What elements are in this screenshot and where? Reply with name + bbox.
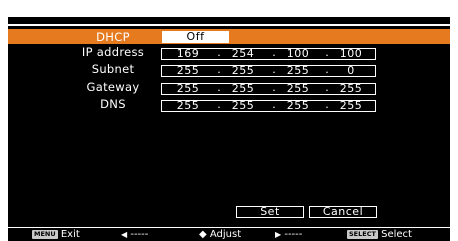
dhcp-label: DHCP (96, 30, 130, 44)
separator-dot: . (325, 81, 329, 94)
subnet-octet-2[interactable]: 255 (223, 65, 263, 76)
subnet-field[interactable]: 255 . 255 . 255 . 0 (161, 63, 376, 77)
ip-octet-4[interactable]: 100 (331, 48, 371, 59)
separator-dot: . (217, 46, 221, 59)
gateway-field[interactable]: 255 . 255 . 255 . 255 (161, 81, 376, 95)
separator-dot: . (325, 63, 329, 76)
exit-label: Exit (60, 229, 80, 240)
separator-dot: . (272, 81, 276, 94)
ip-address-field[interactable]: 169 . 254 . 100 . 100 (161, 46, 376, 60)
dhcp-value[interactable]: Off (162, 31, 229, 43)
footer-left-hint: ◀ ----- (121, 228, 148, 241)
up-down-arrow-icon: ◆ (199, 229, 207, 240)
separator-dot: . (272, 63, 276, 76)
dns-label: DNS (100, 97, 126, 111)
dns-field[interactable]: 255 . 255 . 255 . 255 (161, 98, 376, 112)
gateway-octet-3[interactable]: 255 (278, 83, 318, 94)
subnet-octet-1[interactable]: 255 (168, 65, 208, 76)
footer-right-hint: ▶ ----- (275, 228, 302, 241)
dns-octet-1[interactable]: 255 (168, 100, 208, 111)
cancel-button[interactable]: Cancel (309, 206, 377, 218)
dns-octet-3[interactable]: 255 (278, 100, 318, 111)
gateway-octet-2[interactable]: 255 (223, 83, 263, 94)
separator-dot: . (272, 46, 276, 59)
left-arrow-icon: ◀ (121, 230, 128, 239)
subnet-label: Subnet (91, 62, 135, 76)
ip-address-label: IP address (81, 45, 145, 59)
separator-dot: . (325, 98, 329, 111)
adjust-label: Adjust (209, 229, 242, 240)
menu-key-icon: MENU (32, 230, 58, 239)
left-action-label: ----- (130, 229, 149, 240)
separator-dot: . (325, 46, 329, 59)
footer-exit-hint: MENU Exit (32, 228, 80, 241)
footer-guide-bar: MENU Exit ◀ ----- ◆ Adjust ▶ ----- SELEC… (8, 228, 450, 241)
ip-octet-2[interactable]: 254 (223, 48, 263, 59)
separator-dot: . (217, 98, 221, 111)
subnet-octet-3[interactable]: 255 (278, 65, 318, 76)
set-button[interactable]: Set (236, 206, 304, 218)
subnet-octet-4[interactable]: 0 (331, 65, 371, 76)
right-arrow-icon: ▶ (275, 230, 282, 239)
right-action-label: ----- (284, 229, 303, 240)
select-label: Select (381, 229, 412, 240)
separator-dot: . (217, 63, 221, 76)
select-key-icon: SELECT (347, 230, 378, 239)
dns-octet-4[interactable]: 255 (331, 100, 371, 111)
dns-octet-2[interactable]: 255 (223, 100, 263, 111)
ip-octet-3[interactable]: 100 (278, 48, 318, 59)
gateway-octet-1[interactable]: 255 (168, 83, 208, 94)
separator-dot: . (272, 98, 276, 111)
top-divider (8, 24, 450, 26)
gateway-label: Gateway (86, 80, 140, 94)
footer-adjust-hint: ◆ Adjust (199, 228, 241, 241)
separator-dot: . (217, 81, 221, 94)
gateway-octet-4[interactable]: 255 (331, 83, 371, 94)
footer-select-hint: SELECT Select (347, 228, 412, 241)
ip-octet-1[interactable]: 169 (168, 48, 208, 59)
